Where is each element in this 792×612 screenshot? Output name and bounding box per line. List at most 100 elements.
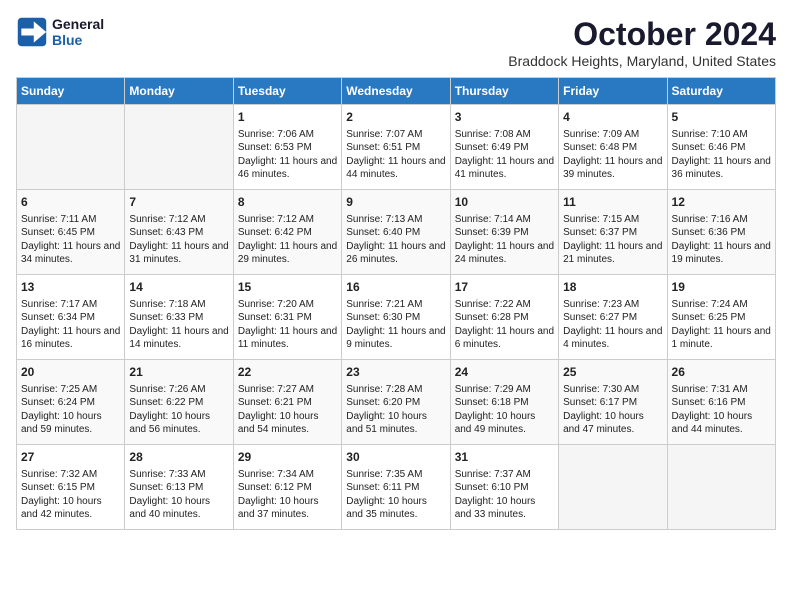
calendar-cell: 6 Sunrise: 7:11 AM Sunset: 6:45 PM Daylig… bbox=[17, 190, 125, 275]
calendar-cell: 28Sunrise: 7:33 AM Sunset: 6:13 PM Dayli… bbox=[125, 445, 233, 530]
cell-content: Sunrise: 7:07 AM Sunset: 6:51 PM Dayligh… bbox=[346, 128, 445, 182]
cell-content: Sunrise: 7:13 AM Sunset: 6:40 PM Dayligh… bbox=[346, 213, 445, 267]
day-number: 7 bbox=[129, 194, 228, 211]
calendar-cell bbox=[667, 445, 775, 530]
day-number: 27 bbox=[21, 449, 120, 466]
calendar-cell: 17 Sunrise: 7:22 AM Sunset: 6:28 PM Dayli… bbox=[450, 275, 558, 360]
day-number: 19 bbox=[672, 279, 771, 296]
cell-content: Sunrise: 7:11 AM Sunset: 6:45 PM Dayligh… bbox=[21, 213, 120, 267]
column-header-wednesday: Wednesday bbox=[342, 78, 450, 105]
cell-content: Sunrise: 7:09 AM Sunset: 6:48 PM Dayligh… bbox=[563, 128, 662, 182]
day-number: 8 bbox=[238, 194, 337, 211]
cell-content: Sunrise: 7:22 AM Sunset: 6:28 PM Dayligh… bbox=[455, 298, 554, 352]
cell-content: Sunrise: 7:32 AM Sunset: 6:15 PM Dayligh… bbox=[21, 468, 120, 522]
calendar-cell: 26 Sunrise: 7:31 AM Sunset: 6:16 PM Dayli… bbox=[667, 360, 775, 445]
cell-content: Sunrise: 7:17 AM Sunset: 6:34 PM Dayligh… bbox=[21, 298, 120, 352]
calendar-cell: 20 Sunrise: 7:25 AM Sunset: 6:24 PM Dayli… bbox=[17, 360, 125, 445]
cell-content: Sunrise: 7:20 AM Sunset: 6:31 PM Dayligh… bbox=[238, 298, 337, 352]
day-number: 10 bbox=[455, 194, 554, 211]
day-number: 2 bbox=[346, 109, 445, 126]
day-number: 11 bbox=[563, 194, 662, 211]
day-number: 24 bbox=[455, 364, 554, 381]
logo: General Blue bbox=[16, 16, 104, 48]
cell-content: Sunrise: 7:27 AM Sunset: 6:21 PM Dayligh… bbox=[238, 383, 337, 437]
day-number: 17 bbox=[455, 279, 554, 296]
calendar-cell: 1Sunrise: 7:06 AM Sunset: 6:53 PM Daylig… bbox=[233, 105, 341, 190]
day-number: 16 bbox=[346, 279, 445, 296]
calendar-cell bbox=[125, 105, 233, 190]
day-number: 31 bbox=[455, 449, 554, 466]
calendar-cell bbox=[17, 105, 125, 190]
cell-content: Sunrise: 7:12 AM Sunset: 6:42 PM Dayligh… bbox=[238, 213, 337, 267]
calendar-cell: 16 Sunrise: 7:21 AM Sunset: 6:30 PM Dayli… bbox=[342, 275, 450, 360]
day-number: 9 bbox=[346, 194, 445, 211]
cell-content: Sunrise: 7:23 AM Sunset: 6:27 PM Dayligh… bbox=[563, 298, 662, 352]
day-number: 14 bbox=[129, 279, 228, 296]
calendar-cell: 23 Sunrise: 7:28 AM Sunset: 6:20 PM Dayli… bbox=[342, 360, 450, 445]
calendar-table: SundayMondayTuesdayWednesdayThursdayFrid… bbox=[16, 77, 776, 530]
column-header-monday: Monday bbox=[125, 78, 233, 105]
day-number: 15 bbox=[238, 279, 337, 296]
calendar-cell: 22Sunrise: 7:27 AM Sunset: 6:21 PM Dayli… bbox=[233, 360, 341, 445]
cell-content: Sunrise: 7:16 AM Sunset: 6:36 PM Dayligh… bbox=[672, 213, 771, 267]
cell-content: Sunrise: 7:29 AM Sunset: 6:18 PM Dayligh… bbox=[455, 383, 554, 437]
calendar-cell: 8 Sunrise: 7:12 AM Sunset: 6:42 PM Daylig… bbox=[233, 190, 341, 275]
cell-content: Sunrise: 7:08 AM Sunset: 6:49 PM Dayligh… bbox=[455, 128, 554, 182]
day-number: 25 bbox=[563, 364, 662, 381]
cell-content: Sunrise: 7:37 AM Sunset: 6:10 PM Dayligh… bbox=[455, 468, 554, 522]
day-number: 12 bbox=[672, 194, 771, 211]
column-header-sunday: Sunday bbox=[17, 78, 125, 105]
day-number: 26 bbox=[672, 364, 771, 381]
week-row-4: 20 Sunrise: 7:25 AM Sunset: 6:24 PM Dayli… bbox=[17, 360, 776, 445]
calendar-cell: 29Sunrise: 7:34 AM Sunset: 6:12 PM Dayli… bbox=[233, 445, 341, 530]
cell-content: Sunrise: 7:06 AM Sunset: 6:53 PM Dayligh… bbox=[238, 128, 337, 182]
calendar-cell: 3 Sunrise: 7:08 AM Sunset: 6:49 PM Daylig… bbox=[450, 105, 558, 190]
month-title: October 2024 bbox=[508, 16, 776, 53]
cell-content: Sunrise: 7:15 AM Sunset: 6:37 PM Dayligh… bbox=[563, 213, 662, 267]
column-header-saturday: Saturday bbox=[667, 78, 775, 105]
cell-content: Sunrise: 7:14 AM Sunset: 6:39 PM Dayligh… bbox=[455, 213, 554, 267]
column-header-thursday: Thursday bbox=[450, 78, 558, 105]
logo-text: General Blue bbox=[52, 16, 104, 48]
calendar-cell: 13 Sunrise: 7:17 AM Sunset: 6:34 PM Dayli… bbox=[17, 275, 125, 360]
cell-content: Sunrise: 7:25 AM Sunset: 6:24 PM Dayligh… bbox=[21, 383, 120, 437]
calendar-cell: 25 Sunrise: 7:30 AM Sunset: 6:17 PM Dayli… bbox=[559, 360, 667, 445]
calendar-cell: 11 Sunrise: 7:15 AM Sunset: 6:37 PM Dayli… bbox=[559, 190, 667, 275]
day-number: 6 bbox=[21, 194, 120, 211]
calendar-cell bbox=[559, 445, 667, 530]
cell-content: Sunrise: 7:12 AM Sunset: 6:43 PM Dayligh… bbox=[129, 213, 228, 267]
header-row: SundayMondayTuesdayWednesdayThursdayFrid… bbox=[17, 78, 776, 105]
cell-content: Sunrise: 7:21 AM Sunset: 6:30 PM Dayligh… bbox=[346, 298, 445, 352]
week-row-2: 6 Sunrise: 7:11 AM Sunset: 6:45 PM Daylig… bbox=[17, 190, 776, 275]
page-header: General Blue October 2024 Braddock Heigh… bbox=[16, 16, 776, 69]
day-number: 13 bbox=[21, 279, 120, 296]
calendar-cell: 24 Sunrise: 7:29 AM Sunset: 6:18 PM Dayli… bbox=[450, 360, 558, 445]
week-row-1: 1Sunrise: 7:06 AM Sunset: 6:53 PM Daylig… bbox=[17, 105, 776, 190]
calendar-cell: 9 Sunrise: 7:13 AM Sunset: 6:40 PM Daylig… bbox=[342, 190, 450, 275]
cell-content: Sunrise: 7:31 AM Sunset: 6:16 PM Dayligh… bbox=[672, 383, 771, 437]
calendar-cell: 10 Sunrise: 7:14 AM Sunset: 6:39 PM Dayli… bbox=[450, 190, 558, 275]
day-number: 18 bbox=[563, 279, 662, 296]
calendar-cell: 7 Sunrise: 7:12 AM Sunset: 6:43 PM Daylig… bbox=[125, 190, 233, 275]
day-number: 23 bbox=[346, 364, 445, 381]
title-block: October 2024 Braddock Heights, Maryland,… bbox=[508, 16, 776, 69]
calendar-cell: 19Sunrise: 7:24 AM Sunset: 6:25 PM Dayli… bbox=[667, 275, 775, 360]
week-row-3: 13 Sunrise: 7:17 AM Sunset: 6:34 PM Dayli… bbox=[17, 275, 776, 360]
calendar-cell: 27 Sunrise: 7:32 AM Sunset: 6:15 PM Dayli… bbox=[17, 445, 125, 530]
calendar-cell: 21Sunrise: 7:26 AM Sunset: 6:22 PM Dayli… bbox=[125, 360, 233, 445]
day-number: 30 bbox=[346, 449, 445, 466]
day-number: 20 bbox=[21, 364, 120, 381]
calendar-cell: 2 Sunrise: 7:07 AM Sunset: 6:51 PM Daylig… bbox=[342, 105, 450, 190]
day-number: 3 bbox=[455, 109, 554, 126]
cell-content: Sunrise: 7:30 AM Sunset: 6:17 PM Dayligh… bbox=[563, 383, 662, 437]
cell-content: Sunrise: 7:35 AM Sunset: 6:11 PM Dayligh… bbox=[346, 468, 445, 522]
calendar-cell: 30 Sunrise: 7:35 AM Sunset: 6:11 PM Dayli… bbox=[342, 445, 450, 530]
calendar-cell: 31 Sunrise: 7:37 AM Sunset: 6:10 PM Dayli… bbox=[450, 445, 558, 530]
day-number: 21 bbox=[129, 364, 228, 381]
day-number: 5 bbox=[672, 109, 771, 126]
calendar-cell: 15 Sunrise: 7:20 AM Sunset: 6:31 PM Dayli… bbox=[233, 275, 341, 360]
cell-content: Sunrise: 7:28 AM Sunset: 6:20 PM Dayligh… bbox=[346, 383, 445, 437]
calendar-cell: 14 Sunrise: 7:18 AM Sunset: 6:33 PM Dayli… bbox=[125, 275, 233, 360]
cell-content: Sunrise: 7:18 AM Sunset: 6:33 PM Dayligh… bbox=[129, 298, 228, 352]
calendar-cell: 4Sunrise: 7:09 AM Sunset: 6:48 PM Daylig… bbox=[559, 105, 667, 190]
